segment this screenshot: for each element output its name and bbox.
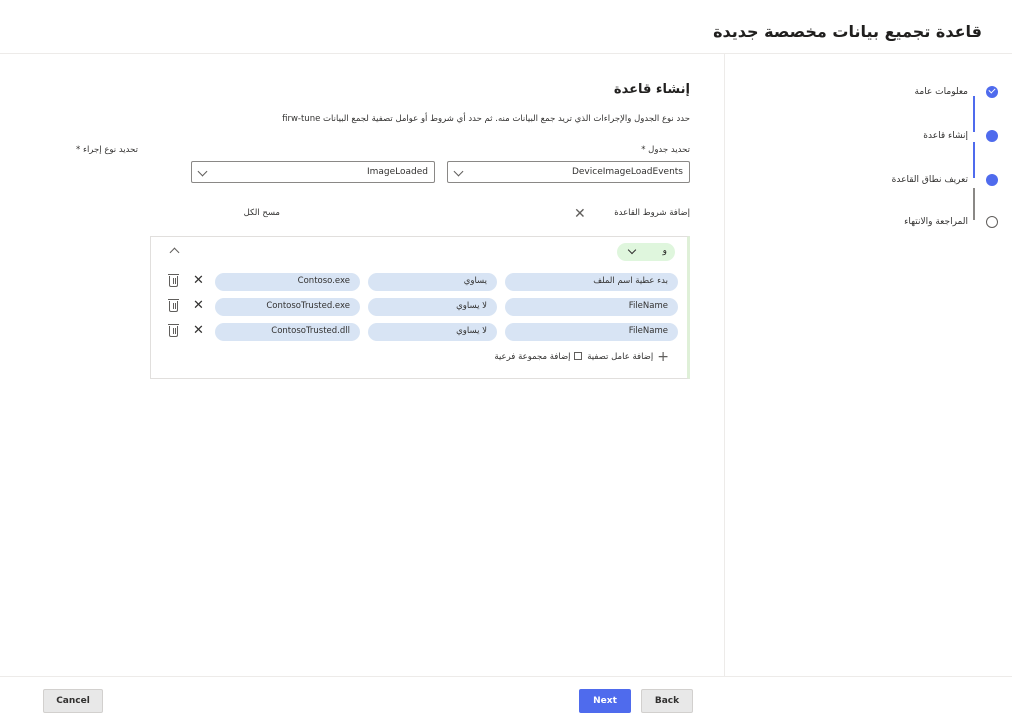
condition-field-text: بدء عطية اسم الملف [593,276,668,286]
cancel-button[interactable]: Cancel [43,689,103,713]
condition-field-text: FileName [628,326,668,336]
step-label: معلومات عامة [914,87,968,97]
action-dropdown[interactable]: ImageLoaded [191,161,435,183]
wizard-steps: معلومات عامة إنشاء قاعدة تعريف نطاق القا… [724,54,1012,676]
main-panel: إنشاء قاعدة حدد نوع الجدول والإجراءات ال… [0,54,724,676]
step-label: إنشاء قاعدة [923,131,968,141]
close-icon[interactable]: ✕ [193,274,204,288]
group-operator-value: و [662,246,667,256]
close-icon[interactable]: ✕ [193,299,204,313]
condition-operator[interactable]: لا يساوي [368,298,497,316]
step-create-rule[interactable]: إنشاء قاعدة [923,128,998,144]
header: قاعدة تجميع بيانات مخصصة جديدة [0,0,1012,54]
trash-icon[interactable] [168,274,179,287]
condition-value-text: ContosoTrusted.dll [271,326,350,336]
condition-operator[interactable]: يساوي [368,273,497,291]
condition-row: FileName لا يساوي ContosoTrusted.exe ✕ [151,298,691,316]
page-title: قاعدة تجميع بيانات مخصصة جديدة [713,22,982,41]
table-dropdown-value: DeviceImageLoadEvents [571,167,683,177]
step-dot-empty-icon [986,216,998,228]
page: قاعدة تجميع بيانات مخصصة جديدة معلومات ع… [0,0,1012,720]
step-dot-icon [986,174,998,186]
section-description: حدد نوع الجدول والإجراءات الذي تريد جمع … [282,114,690,124]
step-general-info[interactable]: معلومات عامة [914,84,998,100]
chevron-up-icon[interactable] [169,247,180,258]
condition-field[interactable]: FileName [505,323,678,341]
step-dot-icon [986,130,998,142]
step-label: تعريف نطاق القاعدة [891,175,968,185]
condition-value-text: ContosoTrusted.exe [266,301,350,311]
group-operator-dropdown[interactable]: و [617,243,675,261]
close-icon[interactable]: ✕ [193,324,204,338]
chevron-down-icon [197,166,208,177]
action-field-label: تحديد نوع إجراء * [76,145,138,155]
condition-group: و بدء عطية اسم الملف يساوي Contoso.exe ✕… [150,236,690,379]
condition-field-text: FileName [628,301,668,311]
section-title: إنشاء قاعدة [613,82,690,97]
add-filter-button[interactable]: إضافة عامل تصفية [587,352,653,362]
condition-operator[interactable]: لا يساوي [368,323,497,341]
next-button[interactable]: Next [579,689,631,713]
condition-operator-text: لا يساوي [456,326,487,336]
check-icon [986,86,998,98]
condition-row: FileName لا يساوي ContosoTrusted.dll ✕ [151,323,691,341]
condition-value[interactable]: Contoso.exe [215,273,360,291]
condition-value[interactable]: ContosoTrusted.exe [215,298,360,316]
plus-icon[interactable]: + [657,349,669,365]
chevron-down-icon [453,166,464,177]
chevron-down-icon [627,245,637,255]
subgroup-icon[interactable] [573,352,582,360]
back-button[interactable]: Back [641,689,693,713]
footer: Cancel Next Back [0,676,1012,720]
add-conditions-label: إضافة شروط القاعدة [614,208,690,218]
add-filter-row: + إضافة عامل تصفية إضافة مجموعة فرعية [494,349,669,365]
step-define-scope[interactable]: تعريف نطاق القاعدة [891,172,998,188]
action-dropdown-value: ImageLoaded [366,167,428,177]
trash-icon[interactable] [168,299,179,312]
table-field-label: تحديد جدول * [641,145,690,155]
table-dropdown[interactable]: DeviceImageLoadEvents [447,161,690,183]
condition-value-text: Contoso.exe [297,276,350,286]
condition-value[interactable]: ContosoTrusted.dll [215,323,360,341]
add-subgroup-button[interactable]: إضافة مجموعة فرعية [494,352,570,362]
condition-row: بدء عطية اسم الملف يساوي Contoso.exe ✕ [151,273,691,291]
step-label: المراجعة والانتهاء [904,217,968,227]
trash-icon[interactable] [168,324,179,337]
clear-all-button[interactable]: مسح الكل [244,208,280,218]
condition-field[interactable]: بدء عطية اسم الملف [505,273,678,291]
step-review-finish[interactable]: المراجعة والانتهاء [904,214,998,230]
clear-all-icon[interactable]: ✕ [574,207,586,221]
condition-field[interactable]: FileName [505,298,678,316]
condition-operator-text: يساوي [463,276,487,286]
step-connector [973,96,975,132]
condition-operator-text: لا يساوي [456,301,487,311]
